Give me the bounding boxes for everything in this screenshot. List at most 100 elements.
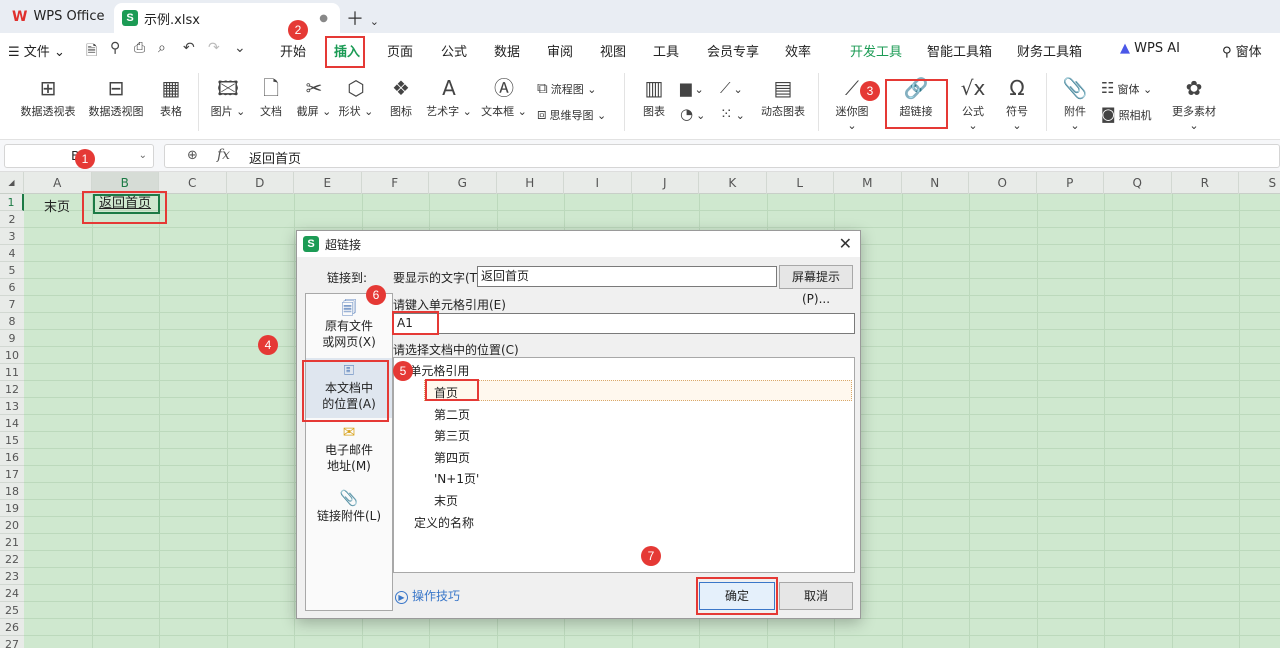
row-header-8[interactable]: 8 bbox=[0, 313, 24, 330]
wps-ai-button[interactable]: ▲ WPS AI bbox=[1120, 41, 1180, 56]
tab-review[interactable]: 审阅 bbox=[547, 41, 573, 60]
column-header-c[interactable]: C bbox=[159, 172, 227, 194]
chart-button[interactable]: ▥ 图表 bbox=[640, 75, 668, 119]
more-material-button[interactable]: ✿ 更多素材 ⌄ bbox=[1166, 75, 1222, 132]
form-button[interactable]: ☷ 窗体 ⌄ bbox=[1101, 79, 1152, 97]
row-header-27[interactable]: 27 bbox=[0, 636, 24, 648]
row-header-6[interactable]: 6 bbox=[0, 279, 24, 296]
row-header-4[interactable]: 4 bbox=[0, 245, 24, 262]
row-header-25[interactable]: 25 bbox=[0, 602, 24, 619]
camera-button[interactable]: ◙ 照相机 bbox=[1101, 105, 1152, 123]
column-header-k[interactable]: K bbox=[699, 172, 767, 194]
row-header-20[interactable]: 20 bbox=[0, 517, 24, 534]
flowchart-button[interactable]: ⧉ 流程图 ⌄ bbox=[537, 79, 596, 97]
tree-item-page4[interactable]: 第四页 bbox=[434, 449, 470, 466]
row-header-18[interactable]: 18 bbox=[0, 483, 24, 500]
tab-finance-toolbox[interactable]: 财务工具箱 bbox=[1017, 41, 1082, 60]
unsaved-dot-icon[interactable]: ● bbox=[319, 13, 328, 24]
tree-item-page-n1[interactable]: 'N+1页' bbox=[434, 470, 479, 487]
pivot-chart-button[interactable]: ⊟ 数据透视图 bbox=[86, 75, 146, 119]
tab-developer[interactable]: 开发工具 bbox=[850, 41, 902, 60]
line-chart-dropdown[interactable]: ⟋ ⌄ bbox=[720, 79, 743, 97]
form-search-button[interactable]: ⚲ 窗体 bbox=[1222, 41, 1262, 60]
row-header-1[interactable]: 1 bbox=[0, 194, 24, 211]
tab-home[interactable]: 开始 bbox=[280, 41, 306, 60]
mindmap-button[interactable]: ⧈ 思维导图 ⌄ bbox=[537, 105, 606, 123]
hyperlink-button[interactable]: 🔗 超链接 bbox=[896, 75, 936, 119]
row-header-19[interactable]: 19 bbox=[0, 500, 24, 517]
pie-chart-dropdown[interactable]: ◔ ⌄ bbox=[680, 105, 705, 123]
column-header-i[interactable]: I bbox=[564, 172, 632, 194]
tab-efficiency[interactable]: 效率 bbox=[785, 41, 811, 60]
formula-input[interactable]: ⊕ fx 返回首页 bbox=[164, 144, 1280, 168]
tab-view[interactable]: 视图 bbox=[600, 41, 626, 60]
cell-b1[interactable]: 返回首页 bbox=[93, 194, 160, 214]
tree-item-last[interactable]: 末页 bbox=[434, 492, 458, 509]
row-header-21[interactable]: 21 bbox=[0, 534, 24, 551]
doc-button[interactable]: 🗋 文档 bbox=[256, 75, 286, 119]
symbol-button[interactable]: Ω 符号 ⌄ bbox=[1000, 75, 1034, 132]
link-attachment[interactable]: 📎 链接附件(L) bbox=[306, 490, 392, 524]
column-header-j[interactable]: J bbox=[632, 172, 699, 194]
print-icon[interactable]: ⎙ bbox=[134, 40, 145, 56]
scatter-chart-dropdown[interactable]: ⁙ ⌄ bbox=[720, 105, 745, 123]
row-header-2[interactable]: 2 bbox=[0, 211, 24, 228]
print-preview-icon[interactable]: ⌕ bbox=[158, 40, 166, 56]
display-text-input[interactable]: 返回首页 bbox=[477, 266, 777, 287]
dynamic-chart-button[interactable]: ▤ 动态图表 bbox=[760, 75, 806, 119]
row-header-26[interactable]: 26 bbox=[0, 619, 24, 636]
column-header-d[interactable]: D bbox=[227, 172, 294, 194]
column-header-o[interactable]: O bbox=[969, 172, 1037, 194]
close-icon[interactable]: ✕ bbox=[839, 234, 852, 253]
new-tab-button[interactable]: ＋ ⌄ bbox=[346, 5, 379, 31]
column-header-s[interactable]: S bbox=[1239, 172, 1280, 194]
tab-formula[interactable]: 公式 bbox=[441, 41, 467, 60]
row-header-12[interactable]: 12 bbox=[0, 381, 24, 398]
screen-tip-button[interactable]: 屏幕提示(P)... bbox=[779, 265, 853, 306]
row-header-16[interactable]: 16 bbox=[0, 449, 24, 466]
row-header-11[interactable]: 11 bbox=[0, 364, 24, 381]
tab-smart-toolbox[interactable]: 智能工具箱 bbox=[927, 41, 992, 60]
fx-icon[interactable]: fx bbox=[217, 147, 230, 163]
row-header-24[interactable]: 24 bbox=[0, 585, 24, 602]
cell-a1[interactable]: 末页 bbox=[44, 196, 70, 215]
document-location-tree[interactable]: ⊟ 单元格引用 首页 第二页 第三页 第四页 'N+1页' 末页 定义的名称 bbox=[393, 357, 855, 573]
wps-home-tab[interactable]: W WPS Office bbox=[0, 0, 112, 33]
column-header-a[interactable]: A bbox=[24, 172, 92, 194]
row-header-9[interactable]: 9 bbox=[0, 330, 24, 347]
row-header-13[interactable]: 13 bbox=[0, 398, 24, 415]
undo-icon[interactable]: ↶ bbox=[183, 40, 195, 56]
tree-item-page3[interactable]: 第三页 bbox=[434, 427, 470, 444]
icon-button[interactable]: ❖ 图标 bbox=[386, 75, 416, 119]
tree-node-defined-names[interactable]: 定义的名称 bbox=[414, 514, 474, 531]
tab-insert[interactable]: 插入 bbox=[334, 41, 360, 60]
column-header-f[interactable]: F bbox=[362, 172, 429, 194]
row-header-15[interactable]: 15 bbox=[0, 432, 24, 449]
link-email[interactable]: ✉ 电子邮件 地址(M) bbox=[306, 424, 392, 474]
tab-member[interactable]: 会员专享 bbox=[707, 41, 759, 60]
column-header-b[interactable]: B bbox=[91, 172, 159, 194]
formula-button[interactable]: √x 公式 ⌄ bbox=[956, 75, 990, 132]
column-header-q[interactable]: Q bbox=[1104, 172, 1172, 194]
textbox-button[interactable]: Ⓐ 文本框 ⌄ bbox=[481, 75, 527, 119]
chevron-down-icon[interactable]: ⌄ bbox=[139, 145, 147, 167]
column-header-e[interactable]: E bbox=[294, 172, 362, 194]
tab-page[interactable]: 页面 bbox=[387, 41, 413, 60]
column-header-r[interactable]: R bbox=[1172, 172, 1239, 194]
tab-tools[interactable]: 工具 bbox=[653, 41, 679, 60]
save-icon[interactable]: 🗎 bbox=[86, 40, 97, 64]
column-header-h[interactable]: H bbox=[497, 172, 564, 194]
row-header-23[interactable]: 23 bbox=[0, 568, 24, 585]
column-header-p[interactable]: P bbox=[1037, 172, 1104, 194]
art-text-button[interactable]: A 艺术字 ⌄ bbox=[426, 75, 472, 119]
tree-item-home[interactable]: 首页 bbox=[434, 384, 458, 401]
table-button[interactable]: ▦ 表格 bbox=[156, 75, 186, 119]
row-header-14[interactable]: 14 bbox=[0, 415, 24, 432]
shape-button[interactable]: ⬡ 形状 ⌄ bbox=[338, 75, 374, 119]
row-header-5[interactable]: 5 bbox=[0, 262, 24, 279]
row-header-3[interactable]: 3 bbox=[0, 228, 24, 245]
ok-button[interactable]: 确定 bbox=[699, 582, 775, 610]
row-header-17[interactable]: 17 bbox=[0, 466, 24, 483]
tree-item-page2[interactable]: 第二页 bbox=[434, 406, 470, 423]
tips-link[interactable]: ▶ 操作技巧 bbox=[395, 587, 460, 604]
